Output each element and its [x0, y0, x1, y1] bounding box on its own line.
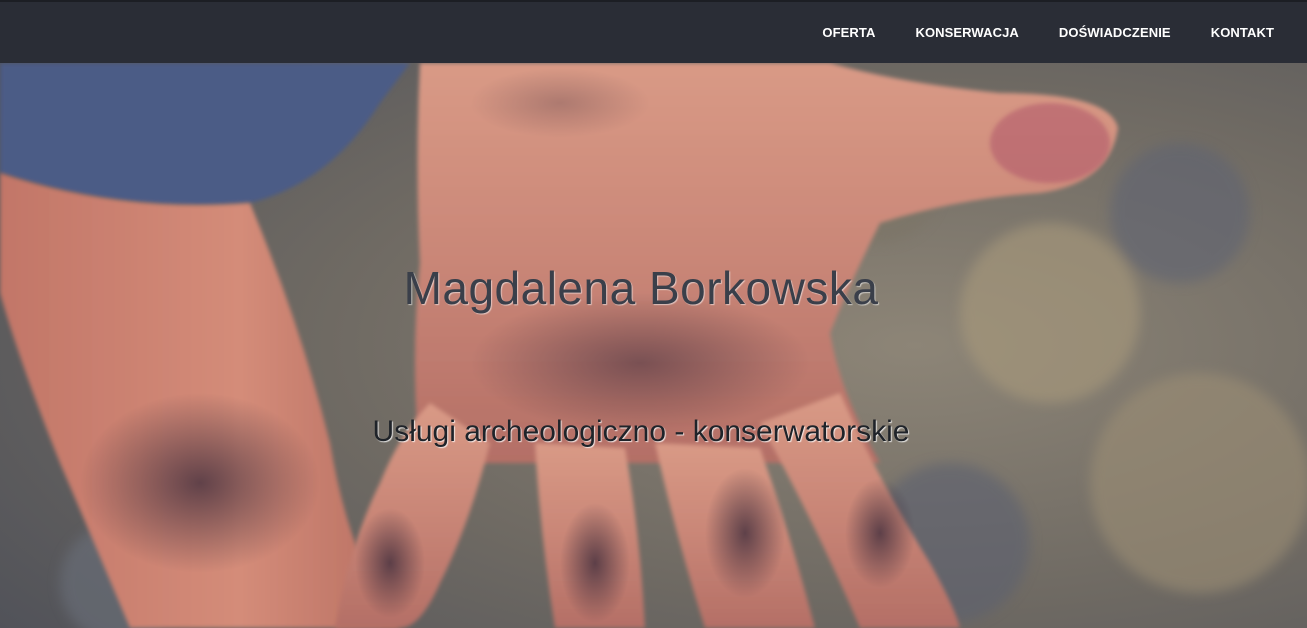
hero-section: Magdalena Borkowska Usługi archeologiczn… — [0, 63, 1307, 628]
top-navbar: OFERTA KONSERWACJA DOŚWIADCZENIE KONTAKT — [0, 0, 1307, 63]
nav-item-doswiadczenie[interactable]: DOŚWIADCZENIE — [1059, 25, 1171, 40]
main-menu: OFERTA KONSERWACJA DOŚWIADCZENIE KONTAKT — [782, 2, 1274, 63]
nav-item-konserwacja[interactable]: KONSERWACJA — [915, 25, 1018, 40]
hero-title: Magdalena Borkowska — [403, 262, 879, 314]
hero-background-image — [0, 63, 1307, 628]
hero-subtitle: Usługi archeologiczno - konserwatorskie — [372, 415, 910, 448]
nav-item-kontakt[interactable]: KONTAKT — [1211, 25, 1274, 40]
nav-item-oferta[interactable]: OFERTA — [822, 25, 875, 40]
page: OFERTA KONSERWACJA DOŚWIADCZENIE KONTAKT — [0, 0, 1307, 628]
